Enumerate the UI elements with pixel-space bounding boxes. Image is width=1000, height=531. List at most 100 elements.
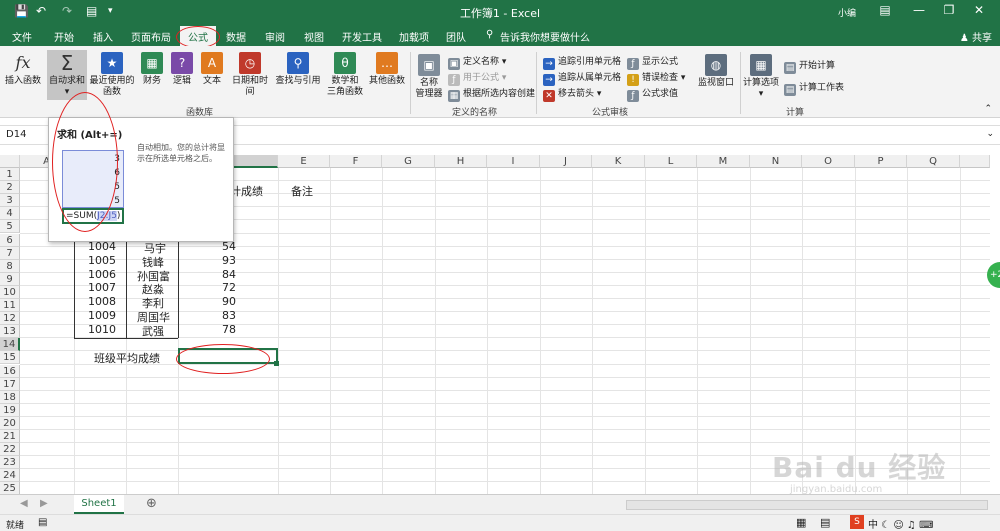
tab-data[interactable]: 数据 [226,29,246,44]
fill-handle[interactable] [274,361,279,366]
define-name-button[interactable]: ▣ 定义名称 ▾ [448,54,506,70]
tab-insert[interactable]: 插入 [93,29,113,44]
financial-button[interactable]: ▦ 财务 [138,52,166,87]
row-header[interactable]: 21 [0,430,20,444]
cell-score[interactable]: 90 [222,295,236,308]
row-header[interactable]: 7 [0,246,20,260]
column-header[interactable]: I [487,155,540,168]
cell-score[interactable]: 93 [222,254,236,267]
remove-arrows-button[interactable]: ✕ 移去箭头 ▾ [543,86,601,102]
ime-status-icons[interactable]: 中 ☾ ☺ ♫ ⌨ [868,516,934,531]
row-header[interactable]: 4 [0,207,20,221]
row-header[interactable]: 5 [0,220,20,234]
tell-me-input[interactable]: 告诉我你想要做什么 [500,29,590,44]
lookup-button[interactable]: ⚲ 查找与引用 [274,52,322,87]
datetime-button[interactable]: ◷ 日期和时间 [228,52,272,98]
row-header[interactable]: 13 [0,325,20,339]
row-header[interactable]: 9 [0,272,20,286]
cell-id[interactable]: 1006 [88,268,116,281]
cell-id[interactable]: 1005 [88,254,116,267]
macro-record-icon[interactable]: ▤ [38,517,47,528]
row-header[interactable]: 24 [0,469,20,483]
cell-class-average-label[interactable]: 班级平均成绩 [94,350,160,366]
cell-id[interactable]: 1007 [88,281,116,294]
cell-score[interactable]: 78 [222,323,236,336]
row-header[interactable]: 14 [0,338,20,352]
column-header[interactable]: N [750,155,802,168]
horizontal-scrollbar[interactable] [626,500,988,510]
name-box[interactable]: D14 [6,129,26,140]
row-header[interactable]: 12 [0,312,20,326]
row-header[interactable]: 20 [0,416,20,430]
cell-e2-remarks[interactable]: 备注 [291,183,313,199]
column-header[interactable]: L [645,155,697,168]
prev-sheet-icon[interactable]: ◀ [20,498,28,509]
column-header[interactable]: J [540,155,592,168]
cell-id[interactable]: 1008 [88,295,116,308]
cell-name[interactable]: 武强 [142,323,164,339]
row-header[interactable]: 10 [0,285,20,299]
row-header[interactable]: 11 [0,299,20,313]
row-header[interactable]: 18 [0,390,20,404]
row-header[interactable]: 19 [0,403,20,417]
row-header[interactable]: 16 [0,364,20,378]
calc-sheet-button[interactable]: ▤ 计算工作表 [784,80,844,96]
recent-functions-button[interactable]: ★ 最近使用的 函数 [88,52,136,98]
tab-addins[interactable]: 加载项 [399,29,429,44]
row-header[interactable]: 2 [0,181,20,195]
evaluate-formula-button[interactable]: ƒ 公式求值 [627,86,678,102]
more-functions-button[interactable]: … 其他函数 [368,52,406,87]
tab-developer[interactable]: 开发工具 [342,29,382,44]
use-in-formula-button[interactable]: ƒ 用于公式 ▾ [448,70,506,86]
column-header[interactable]: P [855,155,907,168]
tab-view[interactable]: 视图 [304,29,324,44]
page-layout-view-icon[interactable]: ▤ [820,516,830,529]
cell-d2-header[interactable]: 计成绩 [230,183,263,199]
normal-view-icon[interactable]: ▦ [796,516,806,529]
tab-team[interactable]: 团队 [446,29,466,44]
logical-button[interactable]: ? 逻辑 [168,52,196,87]
row-header[interactable]: 1 [0,168,20,182]
trace-precedents-button[interactable]: → 追踪引用单元格 [543,54,621,70]
insert-function-button[interactable]: fx 插入函数 [3,52,43,87]
row-header[interactable]: 8 [0,259,20,273]
column-header[interactable]: M [697,155,750,168]
calc-now-button[interactable]: ▤ 开始计算 [784,58,835,74]
tab-home[interactable]: 开始 [54,29,74,44]
column-header[interactable]: O [802,155,855,168]
row-header[interactable]: 3 [0,194,20,208]
cell-score[interactable]: 72 [222,281,236,294]
row-header[interactable]: 6 [0,233,20,247]
expand-formula-bar-icon[interactable]: ⌄ [986,129,994,139]
next-sheet-icon[interactable]: ▶ [40,498,48,509]
collapse-ribbon-icon[interactable]: ⌃ [984,104,992,114]
tab-review[interactable]: 审阅 [265,29,285,44]
show-formulas-button[interactable]: ƒ 显示公式 [627,54,678,70]
cell-score[interactable]: 84 [222,268,236,281]
cell-id[interactable]: 1010 [88,323,116,336]
close-icon[interactable]: ✕ [966,3,992,17]
text-button[interactable]: A 文本 [198,52,226,87]
row-header[interactable]: 23 [0,456,20,470]
trace-dependents-button[interactable]: → 追踪从属单元格 [543,70,621,86]
column-header[interactable]: H [435,155,487,168]
share-button[interactable]: ♟ 共享 [960,29,992,44]
ime-logo-icon[interactable]: S [850,515,864,529]
column-header[interactable]: E [278,155,330,168]
column-header[interactable]: F [330,155,382,168]
create-from-selection-button[interactable]: ▦ 根据所选内容创建 [448,86,535,102]
error-checking-button[interactable]: ! 错误检查 ▾ [627,70,685,86]
column-header[interactable]: G [382,155,435,168]
minimize-icon[interactable]: — [906,3,932,17]
ribbon-display-icon[interactable]: ▤ [872,3,898,17]
name-manager-button[interactable]: ▣ 名称 管理器 [413,54,445,100]
cell-score[interactable]: 83 [222,309,236,322]
watch-window-button[interactable]: ◍ 监视窗口 [694,54,738,89]
column-header[interactable]: K [592,155,645,168]
tab-page-layout[interactable]: 页面布局 [131,29,171,44]
restore-icon[interactable]: ❐ [936,3,962,17]
row-header[interactable]: 22 [0,443,20,457]
column-header[interactable]: Q [907,155,960,168]
calc-options-button[interactable]: ▦ 计算选项 ▾ [742,54,780,100]
row-header[interactable]: 15 [0,351,20,365]
